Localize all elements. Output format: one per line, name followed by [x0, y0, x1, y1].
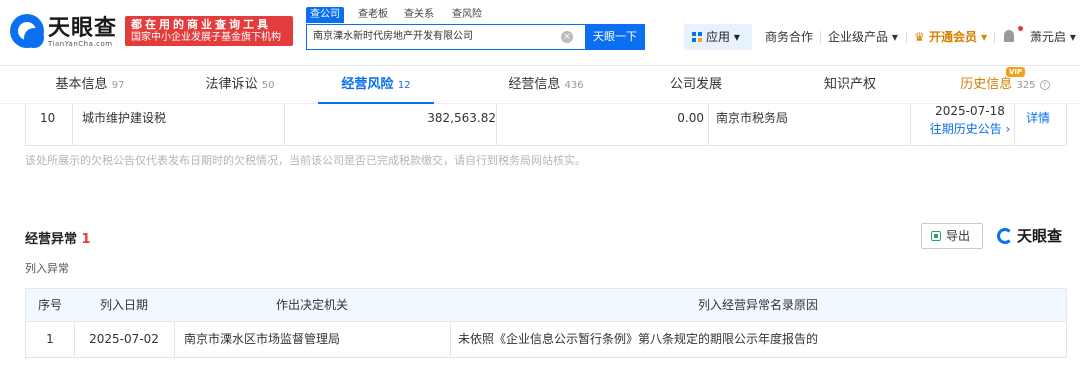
top-bar: 天眼查 TianYanCha.com 都在用的商业查询工具 国家中小企业发展子基… — [0, 0, 1080, 66]
tax-date-cell: 2025-07-18 往期历史公告 › — [918, 102, 1022, 143]
help-icon[interactable]: ? — [1039, 80, 1050, 90]
user-menu[interactable]: 萧元启 ▾ — [1030, 24, 1076, 50]
site-logo[interactable]: 天眼查 TianYanCha.com — [10, 10, 122, 50]
cell-divider — [496, 104, 497, 145]
logo-icon — [10, 14, 44, 48]
vip-badge: VIP — [1006, 67, 1026, 77]
table-row: 1 2025-07-02 南京市溧水区市场监督管理局 未依照《企业信息公示暂行条… — [25, 322, 1067, 358]
row-authority: 南京市溧水区市场监督管理局 — [184, 332, 341, 346]
tab-intellectual-property[interactable]: 知识产权 — [820, 66, 880, 104]
tab-business-risk[interactable]: 经营风险 12 — [318, 66, 434, 104]
nav-enterprise-products-label: 企业级产品 — [828, 30, 889, 44]
header-authority: 作出决定机关 — [275, 298, 348, 312]
cell-divider — [708, 104, 709, 145]
cell-divider — [284, 104, 285, 145]
nav-open-vip-label: 开通会员 — [928, 30, 977, 44]
export-label: 导出 — [946, 229, 971, 243]
tab-business-info[interactable]: 经营信息 436 — [505, 66, 587, 104]
tab-company-development[interactable]: 公司发展 — [666, 66, 726, 104]
tab-label: 知识产权 — [823, 77, 876, 92]
slogan-line-1: 都在用的商业查询工具 — [131, 18, 271, 31]
search-input[interactable]: 南京溧水新时代房地产开发有限公司 × — [306, 24, 586, 50]
slogan-line-2: 国家中小企业发展子基金旗下机构 — [131, 32, 281, 43]
brand-logo-icon — [997, 228, 1013, 244]
export-button[interactable]: 导出 — [921, 223, 983, 249]
cell-divider — [910, 104, 911, 145]
tax-type: 城市维护建设税 — [82, 111, 167, 125]
search-tab-company[interactable]: 查公司 — [306, 7, 344, 23]
app-menu-button[interactable]: 应用 ▾ — [684, 24, 752, 50]
header-reason: 列入经营异常名录原因 — [697, 298, 818, 312]
cell-divider — [72, 104, 73, 145]
nav-open-vip[interactable]: ♛ 开通会员 ▾ — [914, 24, 987, 50]
cell-divider — [450, 322, 451, 357]
tax-date: 2025-07-18 — [935, 104, 1005, 118]
tab-label: 公司发展 — [669, 77, 722, 92]
logo-text: 天眼查 — [48, 16, 118, 41]
tax-authority: 南京市税务局 — [716, 111, 789, 125]
cell-divider — [1014, 104, 1015, 145]
tab-label: 基本信息 — [55, 77, 108, 92]
tab-label: 经营信息 — [508, 77, 561, 92]
search-tab-boss[interactable]: 查老板 — [354, 7, 392, 23]
tab-legal[interactable]: 法律诉讼 50 — [200, 66, 280, 104]
history-announcement-link[interactable]: 往期历史公告 › — [918, 120, 1022, 138]
nav-divider — [906, 31, 907, 43]
tab-label: 法律诉讼 — [205, 77, 258, 92]
search-button[interactable]: 天眼一下 — [585, 24, 645, 50]
user-name: 萧元启 — [1030, 30, 1067, 44]
row-index: 1 — [46, 332, 54, 346]
header-date: 列入日期 — [99, 298, 148, 312]
section-count: 1 — [81, 232, 91, 247]
nav-divider — [994, 31, 995, 43]
tab-count: 50 — [261, 80, 275, 91]
company-tabs: 基本信息 97 法律诉讼 50 经营风险 12 经营信息 436 公司发展 知识… — [0, 66, 1080, 104]
tab-count: 97 — [111, 80, 125, 91]
tab-basic-info[interactable]: 基本信息 97 — [50, 66, 130, 104]
export-icon — [931, 231, 941, 241]
subsection-title: 列入异常 — [25, 262, 69, 275]
tab-count: 436 — [564, 80, 584, 91]
tax-disclaimer-note: 该处所展示的欠税公告仅代表发布日期时的欠税情况，当前该公司是否已完成税款缴交，请… — [25, 154, 586, 167]
clear-icon[interactable]: × — [561, 31, 573, 43]
search-tab-relation[interactable]: 查关系 — [400, 7, 438, 23]
abnormal-table: 序号 列入日期 作出决定机关 列入经营异常名录原因 1 2025-07-02 南… — [25, 288, 1067, 358]
table-header: 序号 列入日期 作出决定机关 列入经营异常名录原因 — [25, 288, 1067, 322]
tab-count: 12 — [397, 80, 411, 91]
slogan-banner[interactable]: 都在用的商业查询工具 国家中小企业发展子基金旗下机构 — [125, 16, 293, 46]
logo-subtext: TianYanCha.com — [48, 40, 113, 48]
nav-business-cooperation[interactable]: 商务合作 — [765, 24, 813, 50]
cell-divider — [174, 322, 175, 357]
row-reason: 未依照《企业信息公示暂行条例》第八条规定的期限公示年度报告的 — [458, 332, 819, 346]
search-tab-risk[interactable]: 查风险 — [448, 7, 486, 23]
tab-count: 325 — [1016, 80, 1036, 91]
notification-dot — [1018, 26, 1023, 31]
bell-icon[interactable] — [1004, 30, 1014, 42]
tax-table-row: 10 城市维护建设税 382,563.82 0.00 南京市税务局 2025-0… — [25, 104, 1067, 146]
tab-label: 经营风险 — [341, 77, 394, 92]
search-input-value: 南京溧水新时代房地产开发有限公司 — [313, 31, 473, 42]
nav-enterprise-products[interactable]: 企业级产品 ▾ — [828, 24, 898, 50]
section-title: 经营异常 1 — [25, 228, 91, 247]
section-title-label: 经营异常 — [25, 232, 78, 247]
brand-watermark: 天眼查 — [997, 224, 1062, 248]
app-grid-icon — [692, 32, 702, 42]
detail-link[interactable]: 详情 — [1026, 104, 1050, 145]
tax-current: 0.00 — [677, 111, 704, 125]
tax-row-index: 10 — [40, 111, 56, 125]
header-index: 序号 — [37, 298, 62, 312]
row-date: 2025-07-02 — [89, 332, 159, 346]
brand-text: 天眼查 — [1017, 227, 1063, 245]
nav-divider — [820, 31, 821, 43]
app-menu-label: 应用 — [706, 30, 731, 44]
tab-label: 历史信息 — [960, 77, 1013, 92]
tab-history[interactable]: 历史信息 325 ? — [955, 66, 1055, 104]
tax-balance: 382,563.82 — [427, 111, 496, 125]
